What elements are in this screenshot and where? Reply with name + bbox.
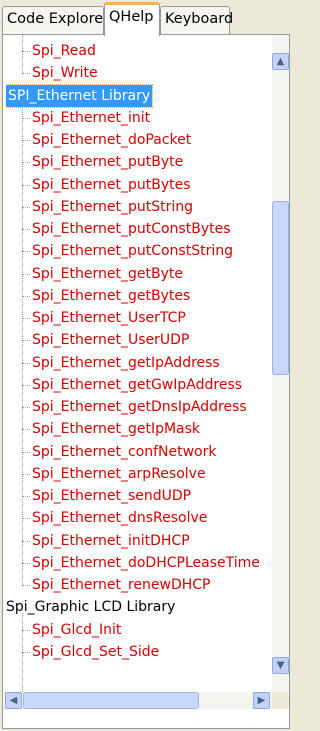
tab-qhelp[interactable]: QHelp: [104, 2, 160, 36]
tab-bar: Code Explorer QHelp Keyboard: [0, 0, 292, 36]
tree-connector: [22, 407, 30, 408]
tree-connector: [22, 540, 30, 542]
tab-keyboard[interactable]: Keyboard: [160, 6, 233, 34]
tree-item[interactable]: Spi_Ethernet_putConstString: [32, 240, 233, 262]
tree-item[interactable]: Spi_Ethernet_arpResolve: [32, 463, 206, 485]
tree-item[interactable]: Spi_Ethernet_getIpAddress: [32, 352, 220, 374]
tree-connector: [22, 229, 30, 230]
tree-item[interactable]: Spi_Ethernet_getDnsIpAddress: [32, 396, 247, 418]
help-tree: Spi_Read Spi_Write SPI_Ethernet Library Spi…: [6, 35, 271, 692]
tree-connector: [22, 206, 30, 208]
horizontal-scrollbar[interactable]: ◀ ▶: [3, 692, 272, 709]
tree-item[interactable]: Spi_Ethernet_UserUDP: [32, 329, 189, 351]
tree-connector: [22, 318, 30, 319]
tree-connector: [22, 51, 30, 52]
tree-connector: [22, 251, 30, 253]
tree-item[interactable]: Spi_Ethernet_sendUDP: [32, 485, 191, 507]
tree-item[interactable]: Spi_Ethernet_confNetwork: [32, 441, 217, 463]
tree-item[interactable]: Spi_Ethernet_getByte: [32, 263, 183, 285]
tree-connector: [22, 384, 30, 386]
horizontal-scroll-thumb[interactable]: [23, 692, 199, 709]
tree-connector: [22, 140, 30, 141]
tree-item[interactable]: Spi_Ethernet_putByte: [32, 151, 183, 173]
tree-item[interactable]: Spi_Glcd_Set_Side: [32, 641, 159, 663]
tree-item[interactable]: Spi_Ethernet_getBytes: [32, 285, 190, 307]
vertical-scrollbar[interactable]: ▲ ▼: [272, 35, 289, 692]
tree-group-spi-graphic-lcd[interactable]: Spi_Graphic LCD Library: [6, 596, 175, 618]
tree-item[interactable]: Spi_Ethernet_getIpMask: [32, 418, 200, 440]
tree-connector: [22, 35, 23, 74]
tree-item[interactable]: Spi_Ethernet_dnsResolve: [32, 507, 207, 529]
tree-connector: [22, 273, 30, 275]
scroll-up-button[interactable]: ▲: [272, 53, 289, 70]
tree-connector: [22, 651, 30, 653]
tree-connector: [22, 451, 30, 453]
tree-item[interactable]: Spi_Ethernet_putBytes: [32, 174, 191, 196]
scroll-down-button[interactable]: ▼: [272, 657, 289, 674]
tree-item[interactable]: Spi_Ethernet_getGwIpAddress: [32, 374, 242, 396]
tree-connector: [22, 117, 30, 119]
tree-item[interactable]: Spi_Ethernet_UserTCP: [32, 307, 186, 329]
tree-connector: [22, 612, 23, 692]
tree-connector: [22, 362, 30, 364]
tree-item[interactable]: Spi_Ethernet_init: [32, 107, 150, 129]
tree-item[interactable]: Spi_Ethernet_renewDHCP: [32, 574, 211, 596]
tree-connector: [22, 73, 30, 75]
tree-connector: [22, 473, 30, 475]
tree-connector: [22, 100, 23, 585]
tree-connector: [22, 629, 30, 631]
tree-item[interactable]: Spi_Ethernet_doPacket: [32, 129, 191, 151]
tree-item[interactable]: Spi_Glcd_Init: [32, 619, 121, 641]
tree-connector: [22, 585, 30, 586]
scroll-right-button[interactable]: ▶: [253, 692, 270, 709]
tree-group-spi-ethernet[interactable]: SPI_Ethernet Library: [6, 83, 154, 108]
tree-connector: [22, 496, 30, 497]
tree-item[interactable]: Spi_Read: [32, 40, 96, 62]
tree-item[interactable]: Spi_Ethernet_putString: [32, 196, 193, 218]
tab-code-explorer[interactable]: Code Explorer: [2, 6, 109, 34]
scrollbar-corner: [272, 692, 289, 709]
qhelp-panel: Spi_Read Spi_Write SPI_Ethernet Library Spi…: [2, 34, 290, 729]
tree-item[interactable]: Spi_Ethernet_putConstBytes: [32, 218, 231, 240]
scroll-left-button[interactable]: ◀: [5, 692, 22, 709]
tree-connector: [22, 562, 30, 564]
tree-item[interactable]: Spi_Ethernet_initDHCP: [32, 530, 190, 552]
vertical-scroll-thumb[interactable]: [272, 201, 289, 375]
tree-item[interactable]: Spi_Ethernet_doDHCPLeaseTime: [32, 552, 260, 574]
tree-item[interactable]: Spi_Write: [32, 62, 98, 84]
tree-connector: [22, 295, 30, 297]
tree-connector: [22, 184, 30, 186]
tree-connector: [22, 429, 30, 431]
tree-connector: [22, 162, 30, 164]
tree-connector: [22, 340, 30, 342]
tree-connector: [22, 518, 30, 520]
